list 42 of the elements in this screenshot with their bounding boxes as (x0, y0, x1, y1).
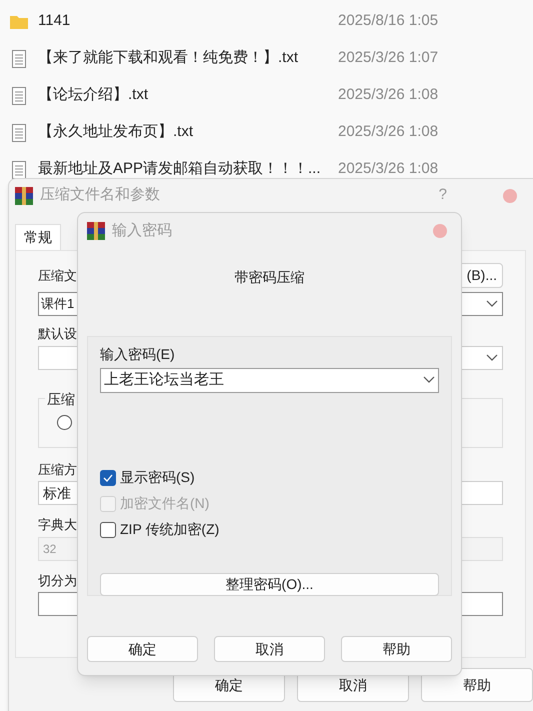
chevron-down-icon (423, 376, 435, 384)
window-title: 压缩文件名和参数 (40, 185, 161, 206)
stacked-books-icon (86, 221, 106, 241)
dialog-button[interactable]: 帮助 (421, 668, 533, 702)
dialog-heading: 带密码压缩 (234, 268, 304, 287)
file-date: 2025/3/26 1:07 (338, 48, 438, 68)
radio-button[interactable] (57, 414, 72, 430)
checkbox-label: 加密文件名(N) (120, 494, 210, 513)
password-field[interactable]: 上老王论坛当老王 (100, 368, 439, 392)
field-label: 字典大 (38, 516, 77, 534)
field-label: 压缩方 (38, 460, 77, 478)
checkbox-label: ZIP 传统加密(Z) (120, 520, 220, 539)
file-date: 2025/3/26 1:08 (338, 159, 438, 180)
dialog-button[interactable]: 取消 (214, 636, 325, 662)
document-icon (12, 124, 26, 142)
file-name[interactable]: 【永久地址发布页】.txt (38, 121, 338, 144)
document-icon (12, 86, 26, 104)
field-label: 默认设 (38, 325, 77, 343)
chevron-down-icon (486, 300, 498, 308)
checkbox[interactable] (100, 470, 116, 486)
file-date: 2025/8/16 1:05 (338, 11, 438, 32)
file-name[interactable]: 【论坛介绍】.txt (38, 84, 338, 107)
folder-icon (10, 14, 28, 29)
checkmark-icon (103, 474, 113, 482)
file-name[interactable]: 1141 (38, 10, 338, 33)
file-date: 2025/3/26 1:08 (338, 122, 438, 142)
checkbox[interactable] (100, 522, 116, 538)
file-name[interactable]: 【来了就能下载和观看！纯免费！】.txt (38, 47, 338, 70)
chevron-down-icon (486, 354, 498, 362)
window-title: 输入密码 (112, 220, 173, 241)
field-label: 输入密码(E) (100, 345, 175, 364)
file-name[interactable]: 最新地址及APP请发邮箱自动获取！！！... (38, 158, 338, 181)
stacked-books-icon (14, 186, 34, 206)
checkbox-label: 显示密码(S) (120, 468, 195, 487)
field-label: 切分为 (38, 572, 77, 590)
field-label: 压缩文 (38, 266, 77, 285)
file-date: 2025/3/26 1:08 (338, 85, 438, 106)
dialog-button[interactable]: 帮助 (341, 636, 452, 662)
document-icon (12, 50, 26, 68)
dialog-button[interactable]: 确定 (87, 636, 198, 662)
organize-passwords-button[interactable]: 整理密码(O)... (100, 572, 439, 596)
tab[interactable]: 常规 (15, 224, 61, 250)
